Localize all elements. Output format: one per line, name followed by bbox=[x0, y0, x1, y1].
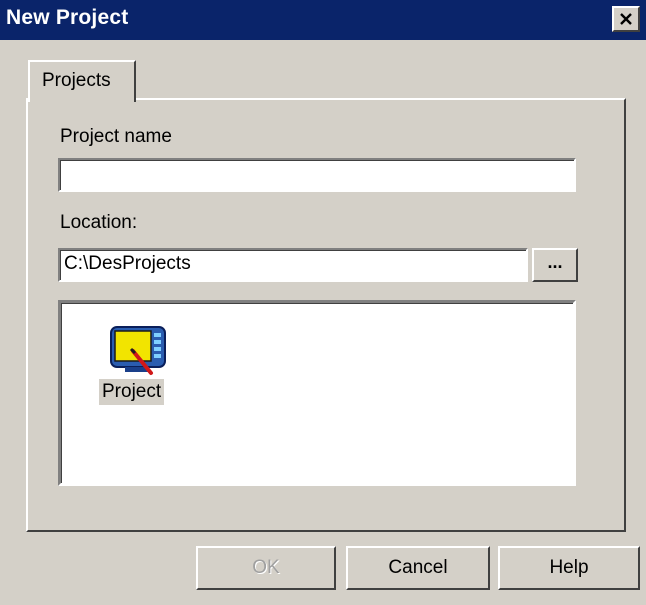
new-project-dialog: New Project Projects Project name Locati… bbox=[0, 0, 646, 605]
location-value: C:\DesProjects bbox=[64, 253, 191, 274]
dialog-title: New Project bbox=[6, 6, 129, 29]
location-input[interactable]: C:\DesProjects bbox=[58, 248, 528, 282]
help-button[interactable]: Help bbox=[498, 546, 640, 590]
tab-projects-label: Projects bbox=[42, 70, 111, 91]
ok-button[interactable]: OK bbox=[196, 546, 336, 590]
tab-projects[interactable]: Projects bbox=[28, 60, 136, 102]
location-label: Location: bbox=[60, 212, 138, 233]
project-name-input[interactable] bbox=[58, 158, 576, 192]
close-button[interactable] bbox=[612, 6, 640, 32]
list-item[interactable]: Project bbox=[95, 319, 175, 415]
project-monitor-icon bbox=[110, 326, 166, 375]
title-bar[interactable]: New Project bbox=[0, 0, 646, 40]
project-name-label: Project name bbox=[60, 126, 172, 147]
template-list[interactable]: Project bbox=[58, 300, 576, 486]
browse-button[interactable]: ... bbox=[532, 248, 578, 282]
project-template-label: Project bbox=[99, 379, 165, 405]
cancel-button[interactable]: Cancel bbox=[346, 546, 490, 590]
close-icon bbox=[620, 13, 632, 25]
